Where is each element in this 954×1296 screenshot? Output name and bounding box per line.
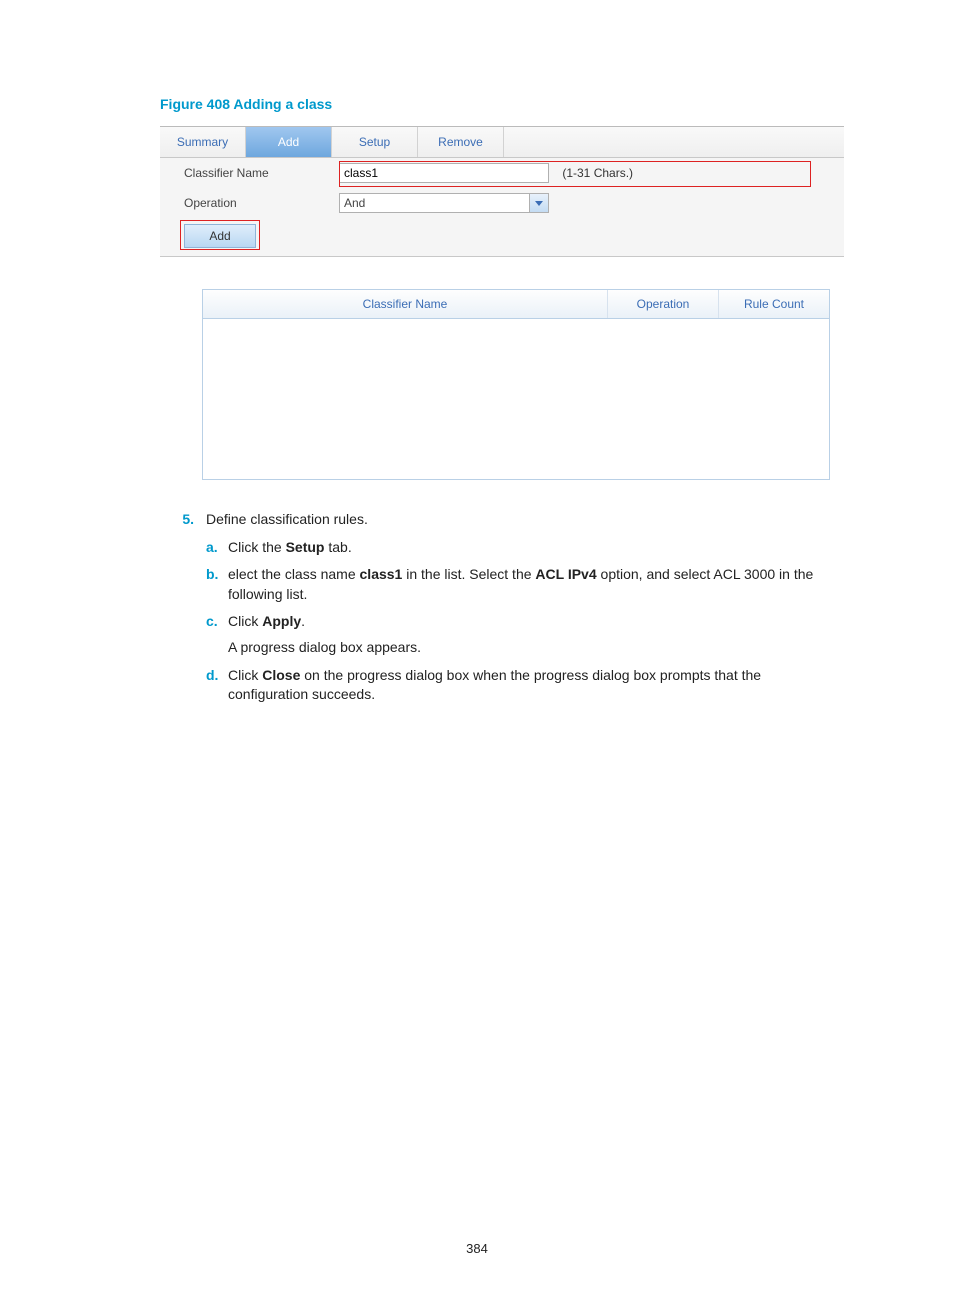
form-area: Classifier Name (1-31 Chars.) Operation … bbox=[160, 158, 844, 256]
bold-text: Apply bbox=[262, 613, 301, 629]
sub-steps: a. Click the Setup tab. b. elect the cla… bbox=[206, 538, 844, 705]
substep-c-letter: c. bbox=[206, 612, 228, 632]
substep-d-text: Click Close on the progress dialog box w… bbox=[228, 666, 844, 705]
classifier-label: Classifier Name bbox=[184, 166, 339, 180]
col-rule-count[interactable]: Rule Count bbox=[719, 290, 829, 318]
text: tab. bbox=[324, 539, 351, 555]
substep-c-text: Click Apply. bbox=[228, 612, 844, 632]
tab-remove[interactable]: Remove bbox=[418, 127, 504, 157]
add-button[interactable]: Add bbox=[184, 224, 256, 248]
col-operation[interactable]: Operation bbox=[608, 290, 719, 318]
text: in the list. Select the bbox=[402, 566, 535, 582]
text: . bbox=[301, 613, 305, 629]
bold-text: ACL IPv4 bbox=[535, 566, 596, 582]
substep-a-text: Click the Setup tab. bbox=[228, 538, 844, 558]
operation-dropdown-button[interactable] bbox=[529, 194, 548, 212]
substep-b-text: elect the class name class1 in the list.… bbox=[228, 565, 844, 604]
substep-a: a. Click the Setup tab. bbox=[206, 538, 844, 558]
step-text: Define classification rules. bbox=[206, 510, 844, 530]
text: elect the class name bbox=[228, 566, 360, 582]
substep-a-letter: a. bbox=[206, 538, 228, 558]
classifier-row: Classifier Name (1-31 Chars.) bbox=[160, 158, 844, 188]
step-5: 5. Define classification rules. bbox=[160, 510, 844, 530]
tab-bar: Summary Add Setup Remove bbox=[160, 127, 844, 158]
text: Click bbox=[228, 613, 262, 629]
operation-value: And bbox=[340, 196, 529, 210]
operation-label: Operation bbox=[184, 196, 339, 210]
substep-d: d. Click Close on the progress dialog bo… bbox=[206, 666, 844, 705]
bold-text: Close bbox=[262, 667, 300, 683]
divider bbox=[160, 256, 844, 257]
operation-row: Operation And bbox=[160, 188, 844, 218]
classifier-input-wrap: (1-31 Chars.) bbox=[339, 163, 633, 183]
col-classifier-name[interactable]: Classifier Name bbox=[203, 290, 608, 318]
classifier-input[interactable] bbox=[339, 163, 549, 183]
tab-add[interactable]: Add bbox=[246, 127, 332, 157]
substep-d-letter: d. bbox=[206, 666, 228, 705]
substep-b-letter: b. bbox=[206, 565, 228, 604]
substep-b: b. elect the class name class1 in the li… bbox=[206, 565, 844, 604]
chars-hint: (1-31 Chars.) bbox=[562, 166, 633, 180]
bold-text: class1 bbox=[360, 566, 403, 582]
add-button-row: Add bbox=[160, 218, 844, 256]
text: Click bbox=[228, 667, 262, 683]
figure-title: Figure 408 Adding a class bbox=[160, 96, 844, 112]
table-body-empty bbox=[203, 319, 829, 479]
screenshot-panel: Summary Add Setup Remove Classifier Name… bbox=[160, 126, 844, 480]
results-table: Classifier Name Operation Rule Count bbox=[202, 289, 830, 480]
text: Click the bbox=[228, 539, 286, 555]
chevron-down-icon bbox=[535, 201, 543, 206]
bold-text: Setup bbox=[286, 539, 325, 555]
substep-c: c. Click Apply. bbox=[206, 612, 844, 632]
text: on the progress dialog box when the prog… bbox=[228, 667, 761, 703]
tab-summary[interactable]: Summary bbox=[160, 127, 246, 157]
instructions: 5. Define classification rules. a. Click… bbox=[160, 510, 844, 705]
table-header: Classifier Name Operation Rule Count bbox=[203, 290, 829, 319]
step-number: 5. bbox=[160, 510, 206, 530]
tab-setup[interactable]: Setup bbox=[332, 127, 418, 157]
page-number: 384 bbox=[0, 1241, 954, 1256]
substep-c-cont: A progress dialog box appears. bbox=[228, 638, 844, 658]
operation-select[interactable]: And bbox=[339, 193, 549, 213]
